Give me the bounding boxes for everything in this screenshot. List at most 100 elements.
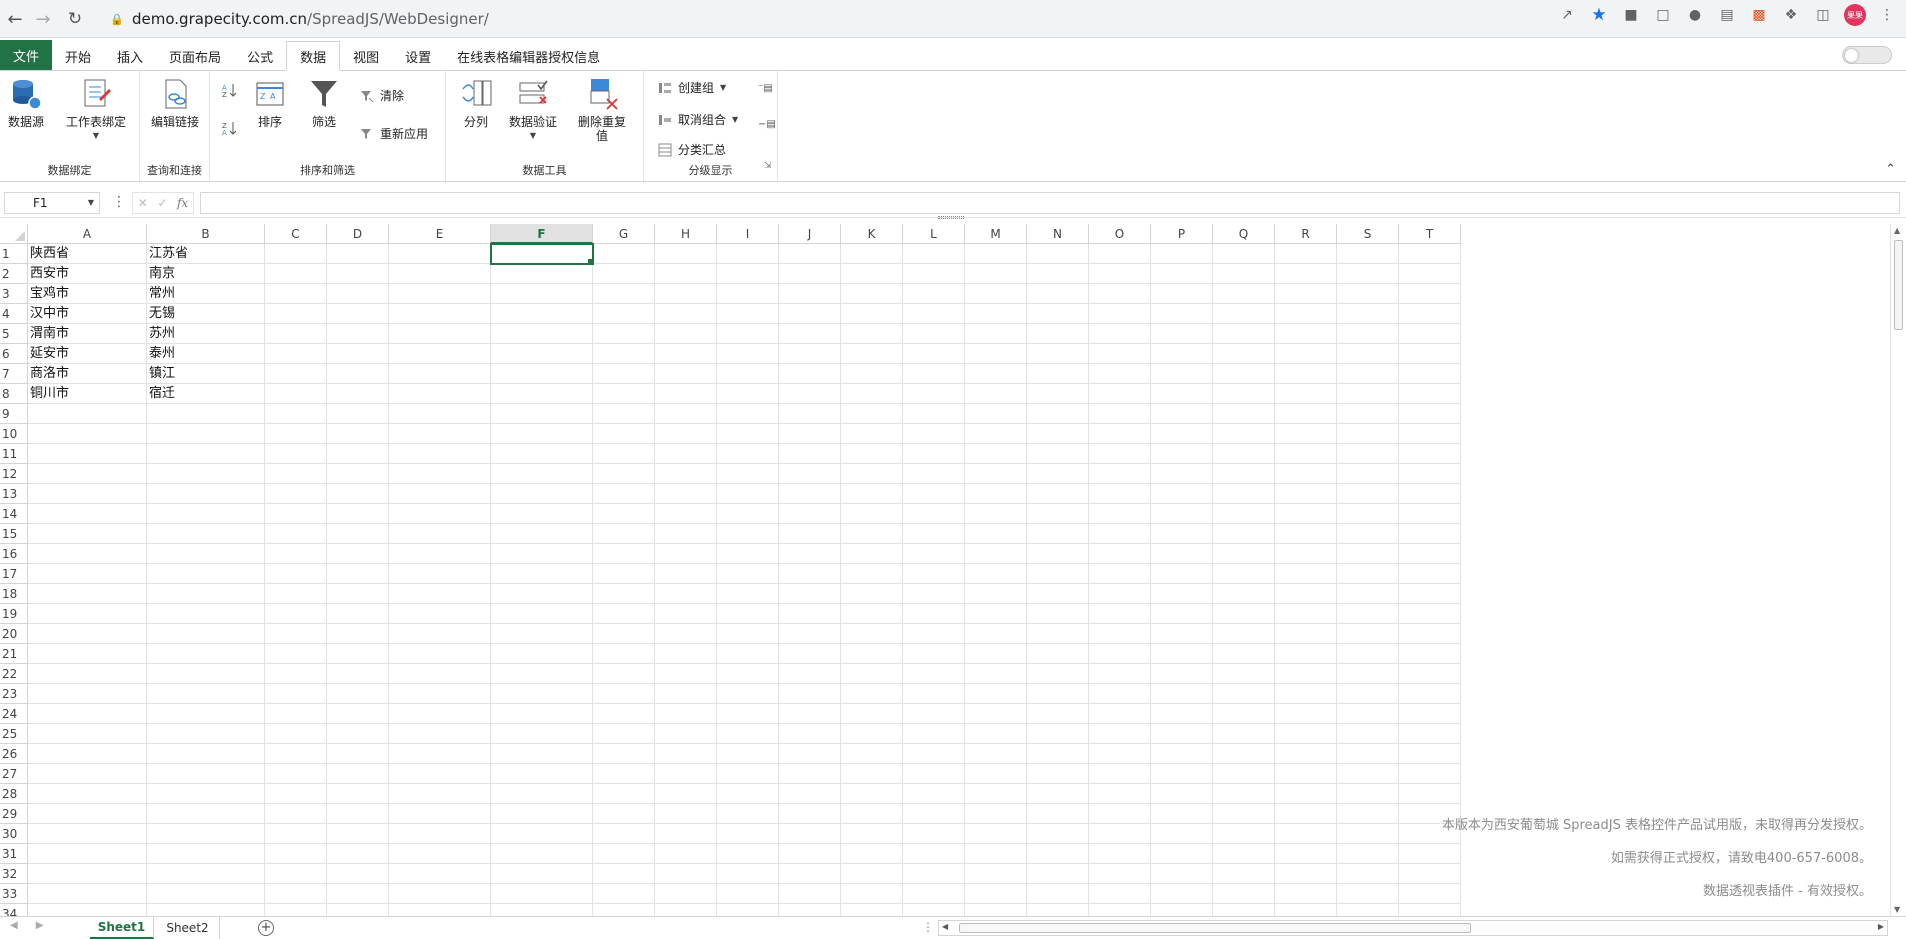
cell[interactable] (147, 884, 265, 904)
row-header[interactable]: 18 (0, 584, 28, 604)
tab-license-info[interactable]: 在线表格编辑器授权信息 (444, 42, 613, 70)
cell[interactable] (1399, 324, 1461, 344)
cell[interactable] (717, 684, 779, 704)
cell[interactable] (717, 524, 779, 544)
row-header[interactable]: 31 (0, 844, 28, 864)
cell[interactable] (965, 444, 1027, 464)
cell[interactable] (265, 764, 327, 784)
cell[interactable] (1399, 784, 1461, 804)
avatar[interactable]: 果果 (1844, 4, 1866, 26)
column-header[interactable]: K (841, 224, 903, 244)
cell[interactable] (265, 304, 327, 324)
cell[interactable] (717, 784, 779, 804)
cell[interactable] (491, 624, 593, 644)
cell[interactable] (655, 444, 717, 464)
cell[interactable] (655, 604, 717, 624)
cell[interactable] (1089, 344, 1151, 364)
cell[interactable] (655, 784, 717, 804)
cell[interactable] (28, 604, 147, 624)
cell[interactable] (1089, 684, 1151, 704)
cell[interactable] (1399, 564, 1461, 584)
cell[interactable] (28, 844, 147, 864)
cell[interactable] (491, 764, 593, 784)
cell[interactable] (841, 744, 903, 764)
cell[interactable] (389, 844, 491, 864)
cell[interactable] (903, 404, 965, 424)
cell[interactable] (1337, 644, 1399, 664)
cell[interactable] (1399, 384, 1461, 404)
cell[interactable] (1275, 344, 1337, 364)
cell[interactable] (717, 364, 779, 384)
cell[interactable] (491, 604, 593, 624)
cell[interactable] (965, 684, 1027, 704)
show-detail-button[interactable]: ⁻▤ (758, 83, 773, 94)
row-header[interactable]: 12 (0, 464, 28, 484)
cell[interactable] (593, 904, 655, 916)
cell[interactable] (655, 464, 717, 484)
formula-input[interactable] (200, 192, 1900, 214)
cell[interactable] (965, 864, 1027, 884)
cell[interactable] (779, 484, 841, 504)
cell[interactable] (1027, 744, 1089, 764)
cell[interactable] (147, 664, 265, 684)
cell[interactable] (593, 824, 655, 844)
cell[interactable] (1151, 404, 1213, 424)
cell[interactable] (389, 624, 491, 644)
row-header[interactable]: 32 (0, 864, 28, 884)
cell[interactable] (1089, 704, 1151, 724)
cell[interactable] (965, 364, 1027, 384)
cell[interactable] (717, 864, 779, 884)
cell[interactable] (1089, 904, 1151, 916)
cell[interactable]: 陕西省 (28, 244, 147, 264)
tab-view[interactable]: 视图 (340, 42, 392, 70)
cell[interactable] (1337, 424, 1399, 444)
cell[interactable] (1337, 524, 1399, 544)
cell[interactable] (1399, 844, 1461, 864)
cell[interactable] (1151, 884, 1213, 904)
cell[interactable] (1027, 604, 1089, 624)
cell[interactable] (147, 684, 265, 704)
cell[interactable] (1337, 404, 1399, 424)
cell[interactable] (717, 404, 779, 424)
cell[interactable] (779, 824, 841, 844)
puzzle-icon[interactable]: ❖ (1780, 4, 1802, 26)
select-all-corner[interactable] (0, 224, 28, 244)
cell[interactable] (655, 744, 717, 764)
cell[interactable] (389, 504, 491, 524)
cell[interactable] (1027, 484, 1089, 504)
cell[interactable] (717, 564, 779, 584)
cell[interactable] (1213, 864, 1275, 884)
menu-icon[interactable]: ⋮ (1876, 4, 1898, 26)
cell[interactable] (1213, 344, 1275, 364)
cell[interactable] (1213, 424, 1275, 444)
cancel-icon[interactable]: ✕ (138, 196, 148, 210)
cell[interactable] (655, 404, 717, 424)
cell[interactable] (593, 344, 655, 364)
cell[interactable] (1151, 864, 1213, 884)
cell[interactable] (491, 864, 593, 884)
cell[interactable] (717, 424, 779, 444)
cell[interactable] (491, 384, 593, 404)
cell[interactable] (1089, 304, 1151, 324)
cell[interactable] (389, 584, 491, 604)
cell[interactable] (28, 564, 147, 584)
cell[interactable] (1089, 884, 1151, 904)
splitter-handle[interactable] (938, 216, 964, 219)
cell[interactable]: 宝鸡市 (28, 284, 147, 304)
cell[interactable] (327, 804, 389, 824)
cell[interactable] (1027, 284, 1089, 304)
column-header[interactable]: J (779, 224, 841, 244)
cell[interactable] (147, 764, 265, 784)
cell[interactable] (965, 404, 1027, 424)
cell[interactable] (327, 724, 389, 744)
cell[interactable] (389, 284, 491, 304)
cell[interactable] (717, 844, 779, 864)
cell[interactable] (327, 684, 389, 704)
horizontal-scrollbar[interactable]: ◀ ▶ (938, 920, 1888, 936)
cell[interactable]: 常州 (147, 284, 265, 304)
cell[interactable] (491, 324, 593, 344)
scroll-right-icon[interactable]: ▶ (1878, 922, 1884, 931)
extension-icon[interactable]: ▩ (1748, 4, 1770, 26)
cell[interactable] (491, 704, 593, 724)
cell[interactable] (779, 604, 841, 624)
